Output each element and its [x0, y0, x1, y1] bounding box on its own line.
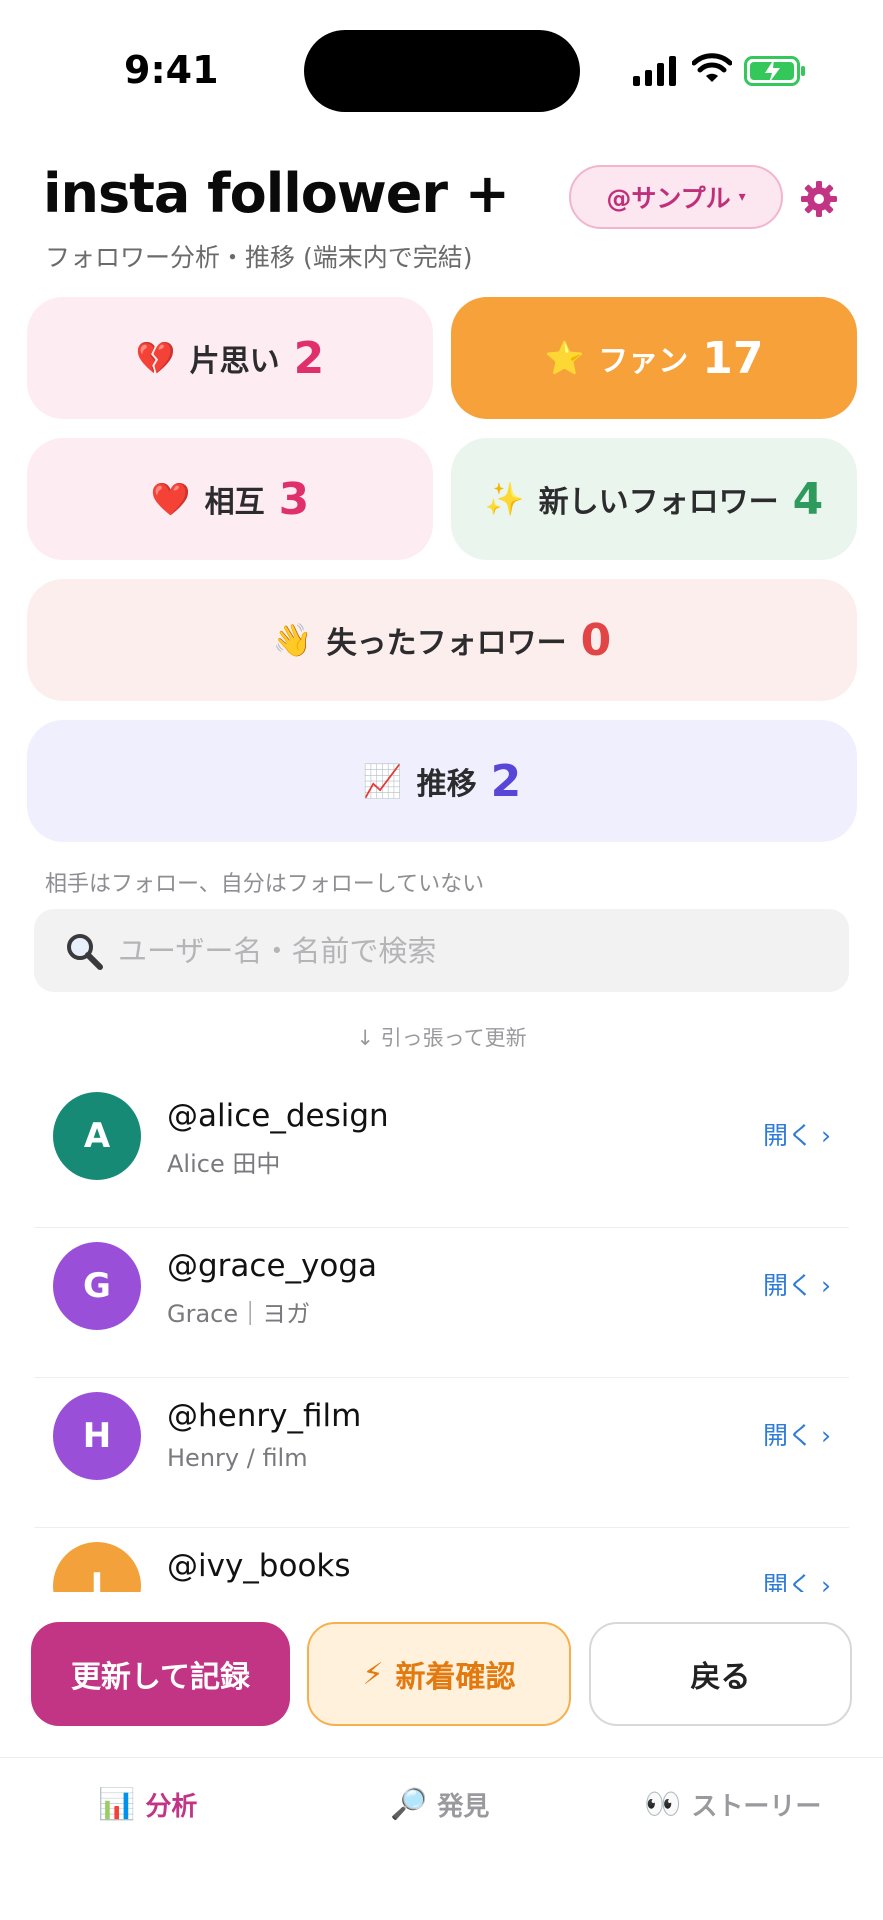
fans-count: 17: [702, 332, 764, 384]
dynamic-island: [304, 30, 580, 112]
search-icon: [67, 933, 103, 970]
wifi-icon: [692, 53, 732, 82]
gear-icon[interactable]: [800, 180, 838, 218]
search-bar[interactable]: [34, 909, 849, 992]
user-handle: @ivy_books: [167, 1548, 351, 1584]
list-item[interactable]: G @grace_yoga Grace｜ヨガ 開く ›: [34, 1228, 849, 1378]
list-item[interactable]: I @ivy_books 開く ›: [34, 1528, 849, 1592]
sparkles-icon: ✨: [484, 480, 525, 518]
back-button[interactable]: 戻る: [589, 1622, 852, 1726]
new-followers-label: 新しいフォロワー: [538, 485, 779, 520]
avatar: A: [53, 1092, 141, 1180]
user-handle: @alice_design: [167, 1098, 389, 1134]
mutual-card[interactable]: ❤️ 相互 3: [27, 438, 433, 560]
lost-followers-card[interactable]: 👋 失ったフォロワー 0: [27, 579, 857, 701]
oneway-count: 2: [293, 332, 325, 384]
tab-discover[interactable]: 🔎 発見: [390, 1786, 489, 1823]
chart-increasing-icon: 📈: [362, 762, 403, 800]
list-item[interactable]: H @henry_film Henry / film 開く ›: [34, 1378, 849, 1528]
tab-discover-label: 発見: [437, 1792, 490, 1822]
user-handle: @grace_yoga: [167, 1248, 378, 1284]
lost-followers-count: 0: [580, 614, 612, 666]
star-icon: ⭐: [544, 339, 585, 377]
mutual-count: 3: [278, 473, 310, 525]
eyes-icon: 👀: [644, 1787, 682, 1822]
list-item[interactable]: A @alice_design Alice 田中 開く ›: [34, 1078, 849, 1228]
account-selector-button[interactable]: @サンプル ▾: [569, 165, 783, 229]
magnifier-icon: 🔎: [390, 1787, 428, 1822]
new-followers-card[interactable]: ✨ 新しいフォロワー 4: [451, 438, 857, 560]
trend-count: 2: [490, 755, 522, 807]
app-title: insta follower +: [43, 162, 510, 225]
trend-label: 推移: [416, 767, 477, 802]
mutual-label: 相互: [204, 485, 265, 520]
open-link[interactable]: 開く ›: [763, 1416, 831, 1452]
tab-analysis[interactable]: 📊 分析: [98, 1786, 197, 1823]
waving-hand-icon: 👋: [272, 621, 313, 659]
fans-card[interactable]: ⭐ ファン 17: [451, 297, 857, 419]
tab-stories-label: ストーリー: [691, 1792, 822, 1822]
update-button-label: 更新して記録: [70, 1660, 251, 1695]
trend-card[interactable]: 📈 推移 2: [27, 720, 857, 842]
back-button-label: 戻る: [690, 1660, 751, 1695]
open-link[interactable]: 開く ›: [763, 1566, 831, 1592]
user-list[interactable]: A @alice_design Alice 田中 開く › G @grace_y…: [34, 1078, 849, 1592]
oneway-label: 片思い: [189, 344, 280, 379]
account-name: @サンプル: [606, 184, 731, 213]
avatar: H: [53, 1392, 141, 1480]
bar-chart-icon: 📊: [98, 1787, 136, 1822]
cellular-signal-icon: [633, 56, 676, 86]
check-new-button[interactable]: ⚡ 新着確認: [307, 1622, 571, 1726]
update-and-record-button[interactable]: 更新して記録: [31, 1622, 290, 1726]
check-new-label: 新着確認: [395, 1660, 516, 1695]
open-link[interactable]: 開く ›: [763, 1116, 831, 1152]
pull-to-refresh-hint: ↓ 引っ張って更新: [356, 1026, 527, 1050]
avatar: G: [53, 1242, 141, 1330]
heart-icon: ❤️: [150, 480, 191, 518]
new-followers-count: 4: [792, 473, 824, 525]
user-handle: @henry_film: [167, 1398, 362, 1434]
lightning-icon: ⚡: [362, 1656, 384, 1692]
avatar: I: [53, 1542, 141, 1592]
fans-label: ファン: [598, 344, 689, 379]
open-link[interactable]: 開く ›: [763, 1266, 831, 1302]
chevron-down-icon: ▾: [738, 189, 746, 205]
oneway-card[interactable]: 💔 片思い 2: [27, 297, 433, 419]
section-description: 相手はフォロー、自分はフォローしていない: [45, 872, 485, 897]
tab-analysis-label: 分析: [145, 1792, 198, 1822]
search-input[interactable]: [118, 933, 798, 968]
lost-followers-label: 失ったフォロワー: [326, 626, 567, 661]
user-display-name: Alice 田中: [167, 1150, 281, 1178]
app-subtitle: フォロワー分析・推移 (端末内で完結): [45, 243, 473, 272]
tab-stories[interactable]: 👀 ストーリー: [644, 1786, 821, 1823]
status-time: 9:41: [124, 48, 219, 92]
tab-bar: 📊 分析 🔎 発見 👀 ストーリー: [0, 1757, 883, 1920]
status-bar: 9:41: [0, 0, 883, 140]
user-display-name: Grace｜ヨガ: [167, 1300, 311, 1328]
battery-charging-icon: [744, 56, 805, 86]
user-display-name: Henry / film: [167, 1444, 308, 1472]
broken-heart-icon: 💔: [135, 339, 176, 377]
